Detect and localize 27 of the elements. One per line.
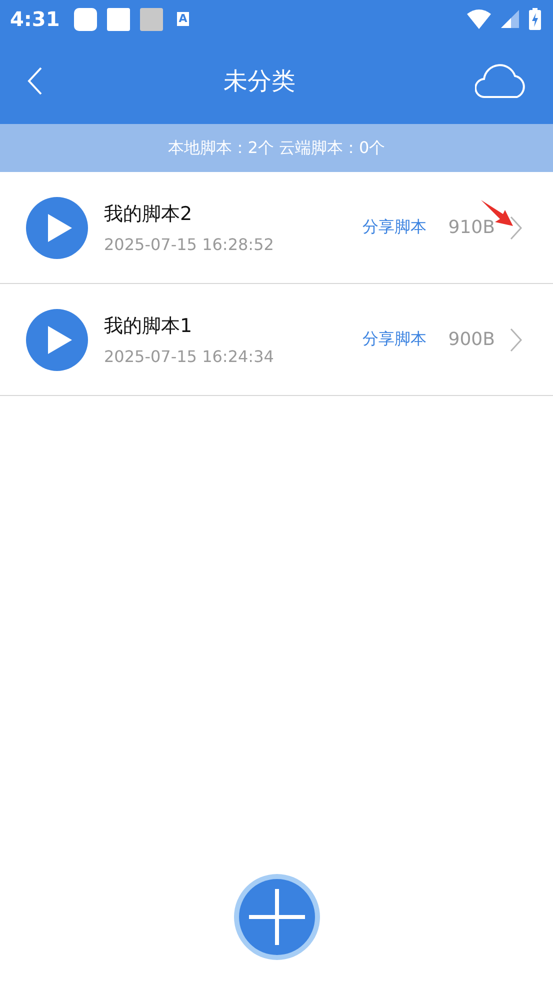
share-link[interactable]: 分享脚本 [362,329,426,350]
script-row[interactable]: 我的脚本2 2025-07-15 16:28:52 分享脚本 910B [0,172,553,284]
back-icon[interactable] [26,66,44,96]
signal-icon [501,10,519,28]
script-row[interactable]: 我的脚本1 2025-07-15 16:24:34 分享脚本 900B [0,284,553,396]
play-icon[interactable] [26,308,88,370]
script-date: 2025-07-15 16:24:34 [104,347,275,366]
script-count-summary: 本地脚本：2个 云端脚本：0个 [168,138,386,158]
notification-icon [140,8,163,30]
chevron-right-icon[interactable] [509,326,523,352]
status-time: 4:31 [10,7,60,31]
battery-icon [529,8,541,30]
play-icon[interactable] [26,196,88,258]
notification-icon [106,8,130,30]
chevron-right-icon[interactable] [509,214,523,240]
script-size: 900B [448,329,495,350]
script-date: 2025-07-15 16:28:52 [104,235,275,254]
notification-icon [74,8,97,30]
script-name: 我的脚本1 [104,314,194,339]
script-name: 我的脚本2 [104,202,194,227]
wifi-icon [467,9,491,29]
page-title: 未分类 [222,66,296,97]
share-link[interactable]: 分享脚本 [362,217,426,238]
cloud-icon[interactable] [475,63,527,99]
notification-badge: A [176,12,190,26]
script-size: 910B [448,217,495,238]
add-button[interactable] [232,873,320,961]
